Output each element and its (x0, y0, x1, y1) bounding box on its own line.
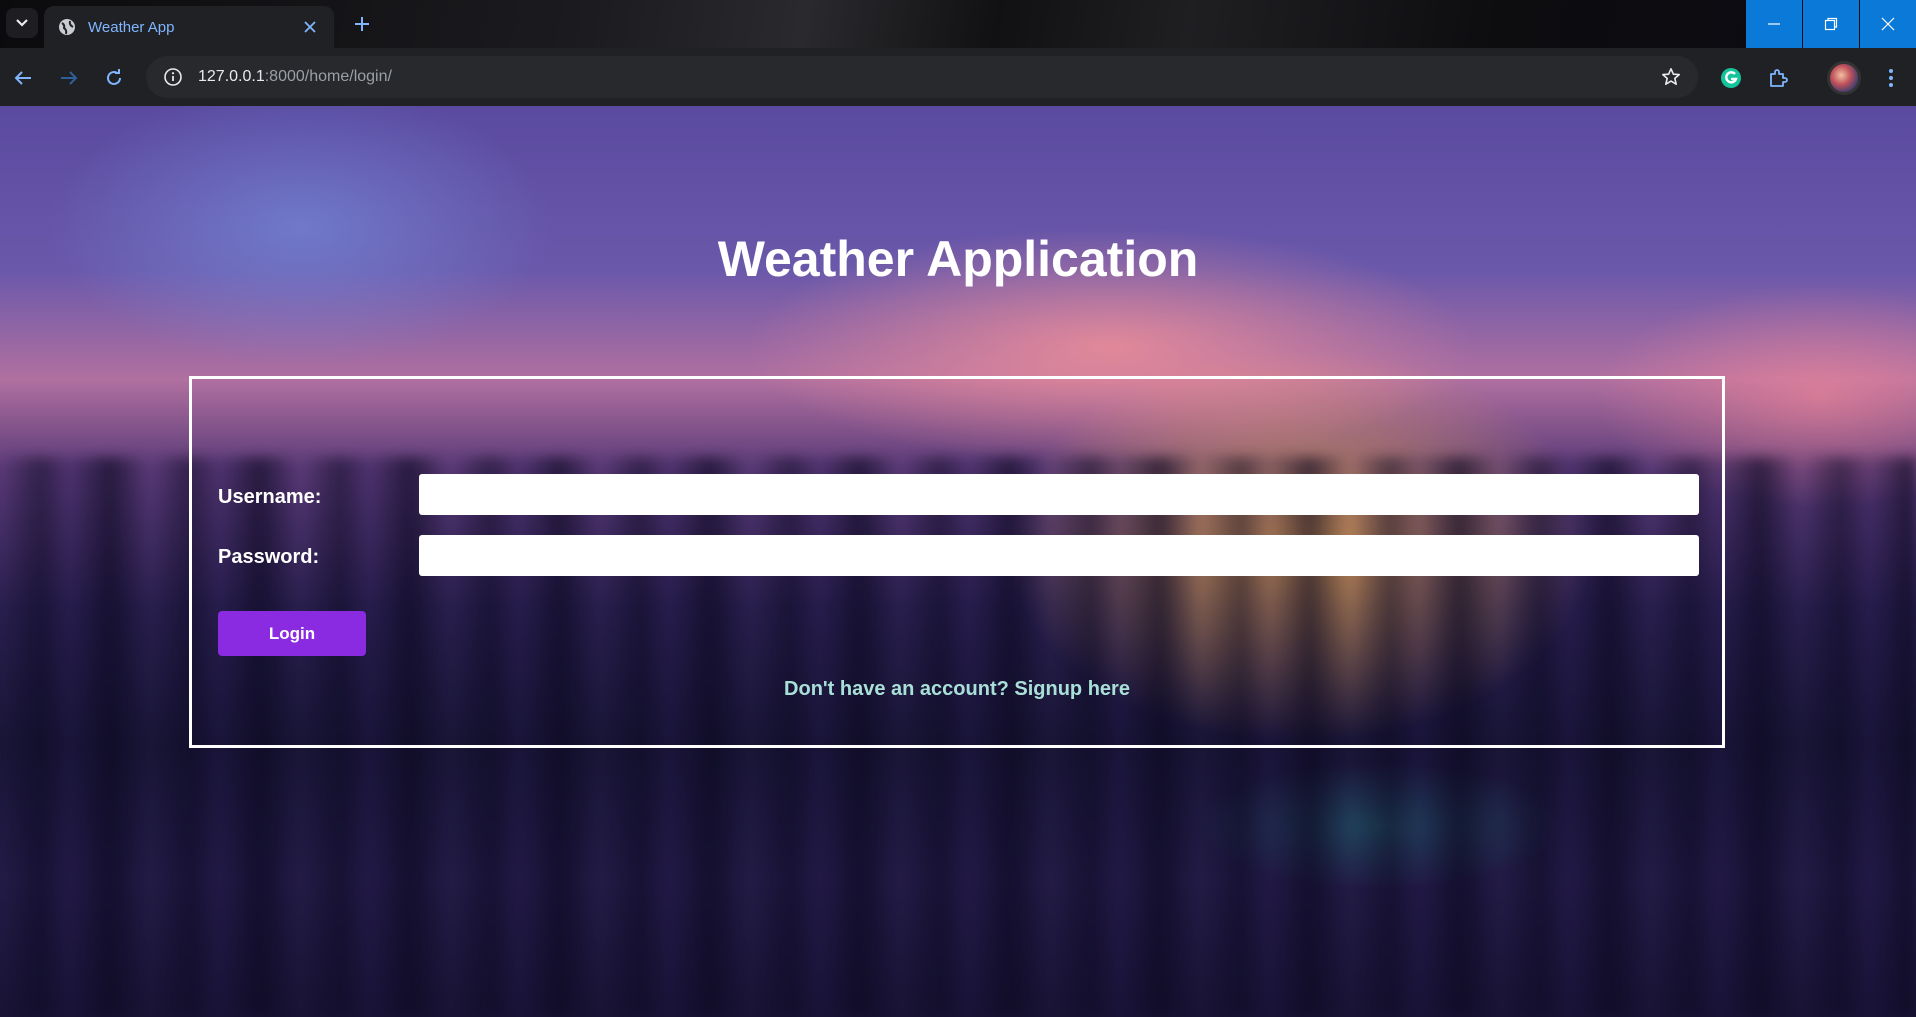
url-host: 127.0.0.1 (198, 68, 265, 85)
password-input[interactable] (419, 535, 1699, 576)
login-form: Username: Password: Login Don't have an … (189, 376, 1725, 748)
info-icon[interactable] (162, 66, 184, 88)
extensions-puzzle-icon[interactable] (1765, 65, 1791, 91)
reload-button[interactable] (101, 65, 127, 91)
forward-button[interactable] (56, 65, 82, 91)
chevron-down-icon (16, 19, 28, 27)
browser-titlebar: Weather App (0, 0, 1916, 48)
page-title: Weather Application (717, 231, 1199, 287)
profile-avatar[interactable] (1827, 61, 1861, 95)
arrow-right-icon (61, 71, 78, 85)
tab-title: Weather App (88, 18, 175, 36)
arrow-left-icon (14, 71, 31, 85)
page-background: Weather Application Username: Password: … (0, 106, 1916, 1017)
username-input[interactable] (419, 474, 1699, 515)
signup-link[interactable]: Don't have an account? Signup here (192, 678, 1722, 701)
browser-menu-button[interactable] (1878, 65, 1904, 91)
restore-icon (1824, 17, 1838, 31)
reload-icon (107, 69, 121, 85)
address-bar[interactable]: 127.0.0.1:8000/home/login/ (146, 56, 1698, 98)
minimize-button[interactable] (1746, 0, 1802, 48)
password-label: Password: (218, 546, 320, 568)
plus-icon (355, 17, 369, 31)
back-button[interactable] (10, 65, 36, 91)
star-icon[interactable] (1660, 66, 1682, 88)
restore-button[interactable] (1803, 0, 1859, 48)
globe-icon (58, 18, 76, 36)
url-path: :8000/home/login/ (264, 68, 392, 85)
more-vertical-icon (1889, 69, 1893, 87)
username-label: Username: (218, 486, 322, 508)
minimize-icon (1768, 23, 1780, 25)
window-close-button[interactable] (1860, 0, 1916, 48)
login-button[interactable]: Login (218, 611, 366, 656)
tab-search-button[interactable] (6, 8, 38, 38)
browser-tab-active[interactable]: Weather App (44, 6, 334, 48)
close-icon[interactable] (300, 17, 320, 37)
grammarly-extension-icon[interactable] (1718, 65, 1744, 91)
new-tab-button[interactable] (350, 12, 374, 36)
close-icon (1881, 17, 1895, 31)
browser-toolbar: 127.0.0.1:8000/home/login/ (0, 48, 1916, 106)
